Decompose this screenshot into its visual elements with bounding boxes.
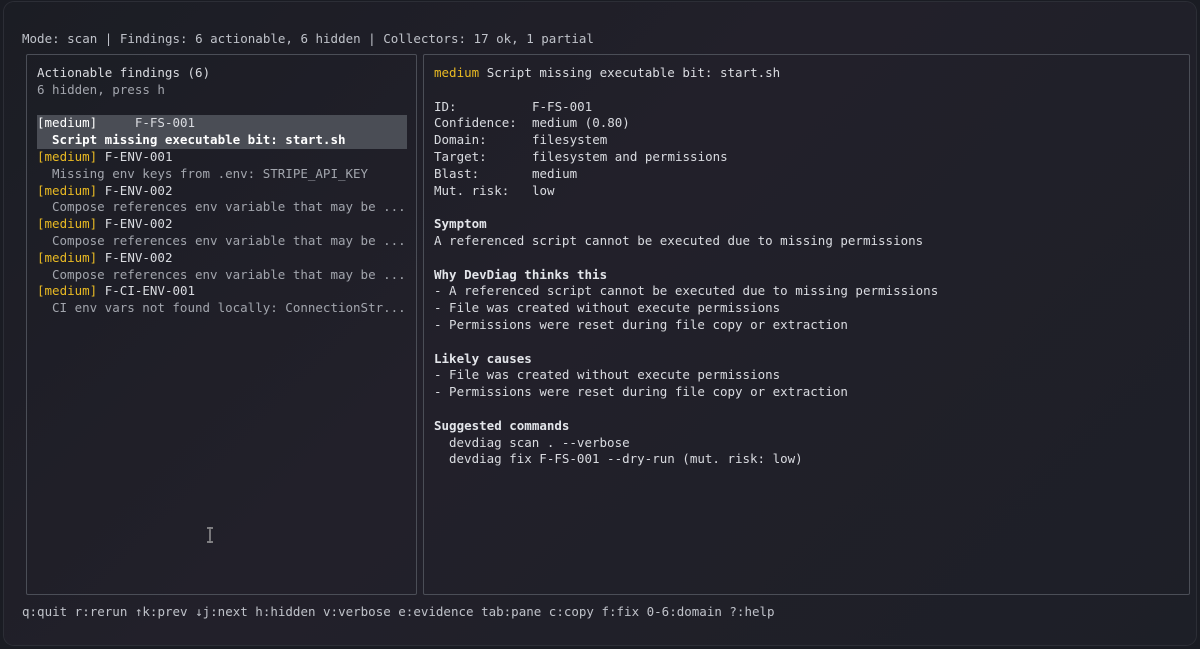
detail-title: Script missing executable bit: start.sh [486,65,781,80]
field-mut-risk: Mut. risk: low [434,182,555,198]
severity-badge: [medium] [37,249,98,265]
why-heading: Why DevDiag thinks this [434,266,608,282]
why-item: - File was created without execute permi… [434,300,781,316]
field-id: ID: F-FS-001 [434,98,593,114]
finding-item[interactable]: [medium] F-CI-ENV-001 CI env vars not fo… [37,283,407,317]
finding-id: F-ENV-002 [104,249,173,265]
finding-summary: CI env vars not found locally: Connectio… [52,300,406,316]
finding-id: F-ENV-002 [104,182,173,198]
why-item: - Permissions were reset during file cop… [434,316,848,332]
text-cursor-icon [207,527,213,543]
keybinding-bar: q:quit r:rerun ↑k:prev ↓j:next h:hidden … [22,604,775,619]
finding-id: F-FS-001 [134,115,196,131]
detail-content: medium Script missing executable bit: st… [434,65,1174,468]
severity-badge: [medium] [37,283,98,299]
findings-title: Actionable findings (6) [37,65,211,80]
severity-badge: [medium] [37,182,98,198]
status-line: Mode: scan | Findings: 6 actionable, 6 h… [22,31,594,46]
detail-pane[interactable]: medium Script missing executable bit: st… [423,54,1190,595]
suggested-command[interactable]: devdiag scan . --verbose [434,435,1174,452]
field-confidence: Confidence: medium (0.80) [434,115,630,131]
finding-item[interactable]: [medium] F-ENV-002 Compose references en… [37,216,407,250]
detail-severity: medium [434,65,480,80]
finding-summary: Compose references env variable that may… [52,199,406,215]
finding-id: F-ENV-002 [104,216,173,232]
finding-summary: Missing env keys from .env: STRIPE_API_K… [52,165,369,181]
causes-heading: Likely causes [434,350,532,366]
hidden-hint: 6 hidden, press h [37,81,165,97]
commands-heading: Suggested commands [434,417,570,433]
finding-item[interactable]: [medium] F-ENV-002 Compose references en… [37,250,407,284]
finding-summary: Script missing executable bit: start.sh [52,132,346,148]
severity-badge: [medium] [37,216,98,232]
finding-item-selected[interactable]: [medium] F-FS-001 Script missing executa… [37,115,407,149]
field-blast: Blast: medium [434,165,578,181]
finding-item[interactable]: [medium] F-ENV-002 Compose references en… [37,183,407,217]
suggested-command[interactable]: devdiag fix F-FS-001 --dry-run (mut. ris… [434,451,1174,468]
finding-summary: Compose references env variable that may… [52,232,406,248]
cause-item: - File was created without execute permi… [434,367,781,383]
symptom-text: A referenced script cannot be executed d… [434,232,924,248]
terminal-window: Mode: scan | Findings: 6 actionable, 6 h… [4,2,1196,645]
severity-badge: [medium] [37,115,98,131]
severity-badge: [medium] [37,148,98,164]
findings-pane[interactable]: Actionable findings (6) 6 hidden, press … [26,54,417,595]
field-target: Target: filesystem and permissions [434,148,728,164]
finding-summary: Compose references env variable that may… [52,266,406,282]
finding-id: F-CI-ENV-001 [104,283,196,299]
finding-id: F-ENV-001 [104,148,173,164]
field-domain: Domain: filesystem [434,132,608,148]
finding-item[interactable]: [medium] F-ENV-001 Missing env keys from… [37,149,407,183]
why-item: - A referenced script cannot be executed… [434,283,939,299]
detail-title-line: medium Script missing executable bit: st… [434,65,1174,82]
findings-list: Actionable findings (6) 6 hidden, press … [37,65,407,317]
cause-item: - Permissions were reset during file cop… [434,384,848,400]
symptom-heading: Symptom [434,216,487,232]
